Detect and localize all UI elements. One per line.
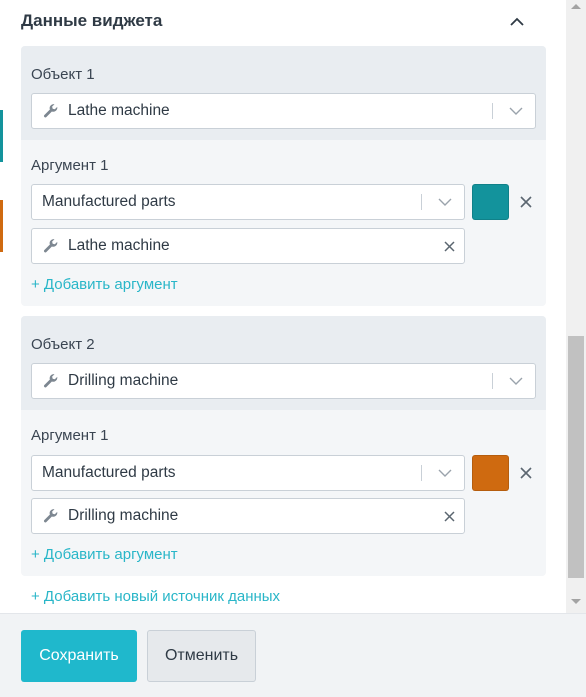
object-value: Lathe machine [68, 102, 170, 119]
object-section: Объект 1 Lathe machine [21, 46, 546, 140]
wrench-icon [42, 237, 60, 255]
add-argument-link[interactable]: + Добавить аргумент [31, 276, 178, 293]
add-data-source-link[interactable]: + Добавить новый источник данных [31, 588, 280, 605]
scroll-down-arrow-icon[interactable] [571, 599, 581, 604]
argument-value: Manufactured parts [42, 464, 176, 481]
widget-data-panel: Данные виджета Объект 1 Lathe machine Ар… [4, 0, 566, 613]
data-source-card-2: Объект 2 Drilling machine Аргумент 1 Man… [21, 316, 546, 576]
wrench-icon [42, 102, 60, 120]
object-select[interactable]: Drilling machine [31, 363, 536, 399]
left-edge-teal-mark [0, 110, 3, 162]
close-icon [443, 510, 455, 522]
collapse-button[interactable] [504, 8, 530, 34]
scroll-up-arrow-icon[interactable] [571, 4, 581, 9]
wrench-icon [42, 507, 60, 525]
argument-object-select[interactable]: Lathe machine [31, 228, 465, 264]
chevron-down-icon[interactable] [432, 185, 458, 219]
chevron-down-icon[interactable] [503, 94, 529, 128]
object-select[interactable]: Lathe machine [31, 93, 536, 129]
add-argument-link[interactable]: + Добавить аргумент [31, 546, 178, 563]
close-icon [443, 240, 455, 252]
left-edge-orange-mark [0, 200, 3, 252]
close-icon [520, 196, 532, 208]
panel-title: Данные виджета [21, 11, 163, 30]
save-button[interactable]: Сохранить [21, 630, 137, 682]
color-swatch[interactable] [472, 455, 509, 491]
argument-object-value: Lathe machine [68, 237, 170, 254]
chevron-down-icon[interactable] [503, 364, 529, 398]
argument-object-value: Drilling machine [68, 507, 179, 524]
argument-object-select[interactable]: Drilling machine [31, 498, 465, 534]
object-label: Объект 1 [31, 66, 95, 83]
argument-select[interactable]: Manufactured parts [31, 184, 465, 220]
argument-select[interactable]: Manufactured parts [31, 455, 465, 491]
argument-label: Аргумент 1 [31, 157, 109, 174]
argument-label: Аргумент 1 [31, 427, 109, 444]
close-icon [520, 467, 532, 479]
chevron-down-icon[interactable] [432, 456, 458, 490]
wrench-icon [42, 372, 60, 390]
remove-argument-button[interactable] [517, 193, 535, 211]
dialog-footer: Сохранить Отменить [0, 613, 586, 697]
argument-value: Manufactured parts [42, 193, 176, 210]
object-label: Объект 2 [31, 336, 95, 353]
object-section: Объект 2 Drilling machine [21, 316, 546, 410]
clear-button[interactable] [434, 499, 464, 533]
object-value: Drilling machine [68, 372, 179, 389]
scrollbar-thumb[interactable] [568, 336, 584, 578]
scrollbar[interactable] [566, 0, 586, 613]
chevron-up-icon [510, 17, 524, 26]
data-source-card-1: Объект 1 Lathe machine Аргумент 1 Manufa… [21, 46, 546, 306]
color-swatch[interactable] [472, 184, 509, 220]
remove-argument-button[interactable] [517, 464, 535, 482]
cancel-button[interactable]: Отменить [147, 630, 256, 682]
clear-button[interactable] [434, 229, 464, 263]
